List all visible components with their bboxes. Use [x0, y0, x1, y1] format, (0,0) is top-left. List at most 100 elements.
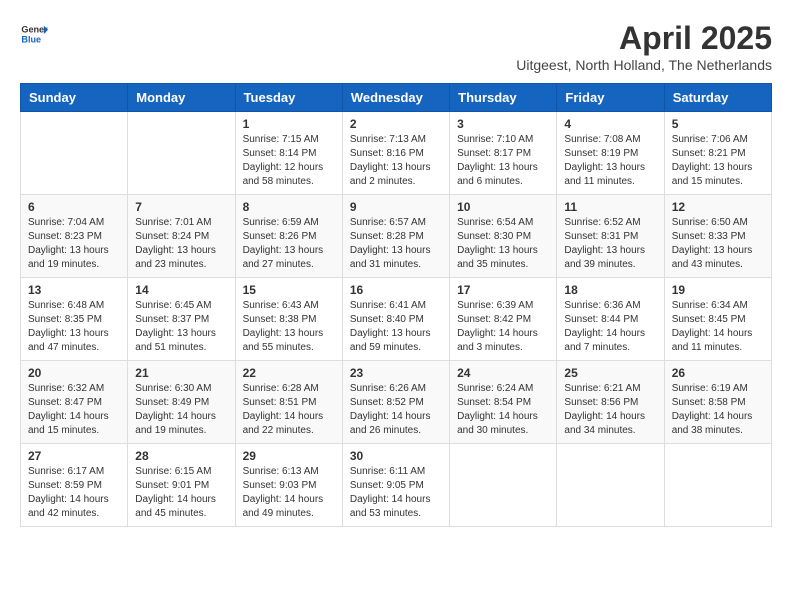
day-number: 10: [457, 200, 549, 214]
day-cell: 27Sunrise: 6:17 AM Sunset: 8:59 PM Dayli…: [21, 444, 128, 527]
day-info: Sunrise: 7:01 AM Sunset: 8:24 PM Dayligh…: [135, 216, 227, 272]
day-number: 18: [564, 283, 656, 297]
header: General Blue April 2025 Uitgeest, North …: [20, 20, 772, 73]
day-cell: 29 Sunrise: 6:13 AM Sunset: 9:03 PM Dayli…: [235, 444, 342, 527]
day-cell: 13 Sunrise: 6:48 AM Sunset: 8:35 PM Dayli…: [21, 278, 128, 361]
day-info: Sunrise: 6:52 AM Sunset: 8:31 PM Dayligh…: [564, 216, 656, 272]
day-info: Sunrise: 6:48 AM Sunset: 8:35 PM Dayligh…: [28, 299, 120, 355]
day-cell: 3 Sunrise: 7:10 AM Sunset: 8:17 PM Daylig…: [450, 112, 557, 195]
day-cell: 2 Sunrise: 7:13 AM Sunset: 8:16 PM Daylig…: [342, 112, 449, 195]
logo-icon: General Blue: [20, 20, 48, 48]
day-cell: 6Sunrise: 7:04 AM Sunset: 8:23 PM Daylig…: [21, 195, 128, 278]
calendar-table: SundayMondayTuesdayWednesdayThursdayFrid…: [20, 83, 772, 527]
day-cell: 17Sunrise: 6:39 AM Sunset: 8:42 PM Dayli…: [450, 278, 557, 361]
day-cell: 25Sunrise: 6:21 AM Sunset: 8:56 PM Dayli…: [557, 361, 664, 444]
day-info: Sunrise: 6:57 AM Sunset: 8:28 PM Dayligh…: [350, 216, 442, 272]
day-info: Sunrise: 6:19 AM Sunset: 8:58 PM Dayligh…: [672, 382, 764, 438]
week-row-1: 1 Sunrise: 7:15 AM Sunset: 8:14 PM Daylig…: [21, 112, 772, 195]
day-cell: [557, 444, 664, 527]
day-number: 15: [243, 283, 335, 297]
day-number: 28: [135, 449, 227, 463]
day-number: 4: [564, 117, 656, 131]
day-number: 21: [135, 366, 227, 380]
day-number: 7: [135, 200, 227, 214]
day-number: 23: [350, 366, 442, 380]
day-cell: 26 Sunrise: 6:19 AM Sunset: 8:58 PM Dayli…: [664, 361, 771, 444]
day-info: Sunrise: 6:26 AM Sunset: 8:52 PM Dayligh…: [350, 382, 442, 438]
day-cell: [21, 112, 128, 195]
day-info: Sunrise: 6:17 AM Sunset: 8:59 PM Dayligh…: [28, 465, 120, 521]
day-number: 2: [350, 117, 442, 131]
day-cell: 1 Sunrise: 7:15 AM Sunset: 8:14 PM Daylig…: [235, 112, 342, 195]
day-cell: 10 Sunrise: 6:54 AM Sunset: 8:30 PM Dayli…: [450, 195, 557, 278]
day-number: 6: [28, 200, 120, 214]
weekday-header-thursday: Thursday: [450, 84, 557, 112]
weekday-header-sunday: Sunday: [21, 84, 128, 112]
day-info: Sunrise: 6:34 AM Sunset: 8:45 PM Dayligh…: [672, 299, 764, 355]
day-info: Sunrise: 6:54 AM Sunset: 8:30 PM Dayligh…: [457, 216, 549, 272]
day-number: 17: [457, 283, 549, 297]
day-info: Sunrise: 6:28 AM Sunset: 8:51 PM Dayligh…: [243, 382, 335, 438]
day-number: 11: [564, 200, 656, 214]
day-info: Sunrise: 6:24 AM Sunset: 8:54 PM Dayligh…: [457, 382, 549, 438]
day-info: Sunrise: 6:45 AM Sunset: 8:37 PM Dayligh…: [135, 299, 227, 355]
day-number: 29: [243, 449, 335, 463]
day-info: Sunrise: 6:21 AM Sunset: 8:56 PM Dayligh…: [564, 382, 656, 438]
day-cell: 20Sunrise: 6:32 AM Sunset: 8:47 PM Dayli…: [21, 361, 128, 444]
day-cell: 16 Sunrise: 6:41 AM Sunset: 8:40 PM Dayli…: [342, 278, 449, 361]
day-number: 3: [457, 117, 549, 131]
day-cell: 5 Sunrise: 7:06 AM Sunset: 8:21 PM Daylig…: [664, 112, 771, 195]
title-area: April 2025 Uitgeest, North Holland, The …: [516, 20, 772, 73]
day-cell: 14 Sunrise: 6:45 AM Sunset: 8:37 PM Dayli…: [128, 278, 235, 361]
day-cell: 30Sunrise: 6:11 AM Sunset: 9:05 PM Dayli…: [342, 444, 449, 527]
day-cell: 12Sunrise: 6:50 AM Sunset: 8:33 PM Dayli…: [664, 195, 771, 278]
day-number: 16: [350, 283, 442, 297]
day-number: 1: [243, 117, 335, 131]
weekday-header-wednesday: Wednesday: [342, 84, 449, 112]
day-info: Sunrise: 6:36 AM Sunset: 8:44 PM Dayligh…: [564, 299, 656, 355]
weekday-header-row: SundayMondayTuesdayWednesdayThursdayFrid…: [21, 84, 772, 112]
day-info: Sunrise: 7:08 AM Sunset: 8:19 PM Dayligh…: [564, 133, 656, 189]
day-info: Sunrise: 7:10 AM Sunset: 8:17 PM Dayligh…: [457, 133, 549, 189]
day-info: Sunrise: 7:13 AM Sunset: 8:16 PM Dayligh…: [350, 133, 442, 189]
day-cell: [128, 112, 235, 195]
week-row-4: 20Sunrise: 6:32 AM Sunset: 8:47 PM Dayli…: [21, 361, 772, 444]
day-info: Sunrise: 6:13 AM Sunset: 9:03 PM Dayligh…: [243, 465, 335, 521]
day-info: Sunrise: 6:43 AM Sunset: 8:38 PM Dayligh…: [243, 299, 335, 355]
day-cell: 4 Sunrise: 7:08 AM Sunset: 8:19 PM Daylig…: [557, 112, 664, 195]
day-info: Sunrise: 6:30 AM Sunset: 8:49 PM Dayligh…: [135, 382, 227, 438]
day-cell: 28 Sunrise: 6:15 AM Sunset: 9:01 PM Dayli…: [128, 444, 235, 527]
day-info: Sunrise: 6:32 AM Sunset: 8:47 PM Dayligh…: [28, 382, 120, 438]
day-cell: 7 Sunrise: 7:01 AM Sunset: 8:24 PM Daylig…: [128, 195, 235, 278]
svg-text:Blue: Blue: [21, 34, 41, 44]
day-cell: 22 Sunrise: 6:28 AM Sunset: 8:51 PM Dayli…: [235, 361, 342, 444]
day-cell: 19 Sunrise: 6:34 AM Sunset: 8:45 PM Dayli…: [664, 278, 771, 361]
day-number: 14: [135, 283, 227, 297]
day-number: 8: [243, 200, 335, 214]
day-number: 24: [457, 366, 549, 380]
day-info: Sunrise: 6:11 AM Sunset: 9:05 PM Dayligh…: [350, 465, 442, 521]
day-cell: [450, 444, 557, 527]
week-row-2: 6Sunrise: 7:04 AM Sunset: 8:23 PM Daylig…: [21, 195, 772, 278]
day-number: 26: [672, 366, 764, 380]
day-info: Sunrise: 6:41 AM Sunset: 8:40 PM Dayligh…: [350, 299, 442, 355]
week-row-5: 27Sunrise: 6:17 AM Sunset: 8:59 PM Dayli…: [21, 444, 772, 527]
day-info: Sunrise: 7:06 AM Sunset: 8:21 PM Dayligh…: [672, 133, 764, 189]
day-number: 19: [672, 283, 764, 297]
subtitle: Uitgeest, North Holland, The Netherlands: [516, 57, 772, 73]
day-number: 5: [672, 117, 764, 131]
weekday-header-monday: Monday: [128, 84, 235, 112]
week-row-3: 13 Sunrise: 6:48 AM Sunset: 8:35 PM Dayli…: [21, 278, 772, 361]
day-cell: 15 Sunrise: 6:43 AM Sunset: 8:38 PM Dayli…: [235, 278, 342, 361]
day-number: 13: [28, 283, 120, 297]
weekday-header-tuesday: Tuesday: [235, 84, 342, 112]
day-info: Sunrise: 7:15 AM Sunset: 8:14 PM Dayligh…: [243, 133, 335, 189]
logo: General Blue: [20, 20, 48, 48]
day-number: 22: [243, 366, 335, 380]
weekday-header-saturday: Saturday: [664, 84, 771, 112]
day-number: 12: [672, 200, 764, 214]
day-cell: 8Sunrise: 6:59 AM Sunset: 8:26 PM Daylig…: [235, 195, 342, 278]
weekday-header-friday: Friday: [557, 84, 664, 112]
day-info: Sunrise: 6:15 AM Sunset: 9:01 PM Dayligh…: [135, 465, 227, 521]
day-cell: [664, 444, 771, 527]
